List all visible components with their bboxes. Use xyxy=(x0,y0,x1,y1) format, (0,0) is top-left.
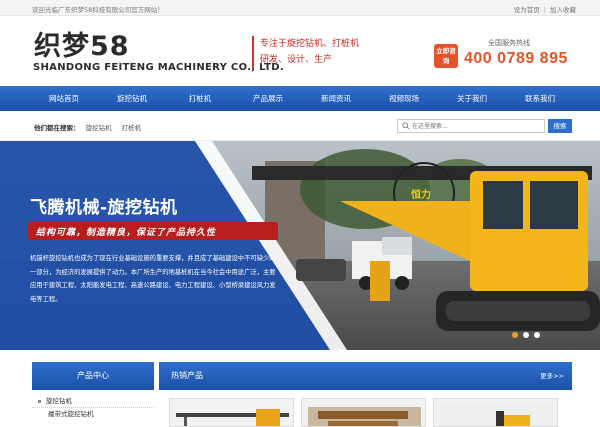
slogan-line-2: 研发、设计、生产 xyxy=(260,55,333,65)
consult-now-badge[interactable]: 立即咨询 xyxy=(434,44,458,68)
search-box xyxy=(397,119,545,133)
machine-brand-mark: 恒力 xyxy=(411,190,431,201)
hot-products-grid xyxy=(159,398,572,427)
slider-dot[interactable] xyxy=(523,332,529,338)
product-image xyxy=(440,405,553,426)
banner-artwork xyxy=(0,141,600,350)
slider-dot[interactable] xyxy=(512,332,518,338)
more-link[interactable]: 更多>> xyxy=(540,362,564,390)
category-item[interactable]: 旋挖钻机 xyxy=(32,395,154,408)
nav-item-rotary-drill[interactable]: 旋挖钻机 xyxy=(98,86,166,111)
subcategory-item[interactable]: 履带式旋挖钻机 xyxy=(32,408,154,421)
hotline-label: 全国服务热线 xyxy=(488,39,530,47)
hot-keyword[interactable]: 旋挖钻机 xyxy=(86,124,112,132)
banner-tagline: 结构可靠，制造精良，保证了产品持久性 xyxy=(36,228,217,238)
search-button[interactable]: 搜索 xyxy=(548,119,572,133)
hotline: 立即咨询 全国服务热线 400 0789 895 xyxy=(434,38,574,74)
banner-tagline-bar: 结构可靠，制造精良，保证了产品持久性 xyxy=(28,222,278,240)
main-nav: 网站首页 旋挖钻机 打桩机 产品展示 新闻资讯 视频现场 关于我们 联系我们 xyxy=(0,86,600,111)
hero-banner[interactable]: 恒力 飞腾机械-旋挖钻机 结构可靠，制造精良，保证了产品持久性 机锚杆旋挖钻机也… xyxy=(0,141,600,350)
top-bar: 欢迎光临广东织梦58科技有限公司官方网站！ 设为首页 | 加入收藏 xyxy=(0,0,600,16)
hot-keyword[interactable]: 打桩机 xyxy=(122,124,142,132)
nav-item-contact[interactable]: 联系我们 xyxy=(506,86,574,111)
hot-search: 他们都在搜索： 旋挖钻机 打桩机 xyxy=(34,122,149,132)
hot-search-label: 他们都在搜索： xyxy=(34,124,80,132)
divider: | xyxy=(543,6,546,14)
site-header: 织梦58 SHANDONG FEITENG MACHINERY CO., LTD… xyxy=(0,16,600,86)
product-card[interactable] xyxy=(433,398,558,427)
nav-item-videos[interactable]: 视频现场 xyxy=(370,86,438,111)
nav-item-home[interactable]: 网站首页 xyxy=(30,86,98,111)
product-card[interactable] xyxy=(301,398,426,427)
nav-item-about[interactable]: 关于我们 xyxy=(438,86,506,111)
search-input[interactable] xyxy=(412,121,540,132)
slogan-line-1: 专注于旋挖钻机、打桩机 xyxy=(260,39,360,49)
search-icon xyxy=(402,122,410,130)
product-card[interactable] xyxy=(169,398,294,427)
nav-item-pile-driver[interactable]: 打桩机 xyxy=(166,86,234,111)
top-links: 设为首页 | 加入收藏 xyxy=(514,4,576,14)
search-row: 他们都在搜索： 旋挖钻机 打桩机 搜索 xyxy=(0,111,600,141)
product-image xyxy=(308,407,421,426)
product-center-heading[interactable]: 产品中心 xyxy=(32,362,154,390)
hotline-number: 400 0789 895 xyxy=(464,50,568,67)
banner-title: 飞腾机械-旋挖钻机 xyxy=(30,198,178,218)
hot-products-header: 热销产品 更多>> xyxy=(159,362,572,390)
slider-dots xyxy=(512,332,545,338)
nav-item-products[interactable]: 产品展示 xyxy=(234,86,302,111)
product-image xyxy=(176,409,289,426)
company-english-name: SHANDONG FEITENG MACHINERY CO., LTD. xyxy=(33,62,284,73)
nav-item-news[interactable]: 新闻资讯 xyxy=(302,86,370,111)
welcome-text: 欢迎光临广东织梦58科技有限公司官方网站！ xyxy=(32,6,164,14)
add-favorite-link[interactable]: 加入收藏 xyxy=(550,4,576,14)
logo[interactable]: 织梦58 xyxy=(34,24,130,63)
banner-description: 机锚杆旋挖钻机也成为了现在行业基础设施的重要支撑，并且成了基础建设中不可缺少的一… xyxy=(30,255,276,303)
set-homepage-link[interactable]: 设为首页 xyxy=(514,4,540,14)
product-category-list: 旋挖钻机 履带式旋挖钻机 xyxy=(32,395,154,421)
hot-products-title: 热销产品 xyxy=(171,371,203,380)
slider-dot[interactable] xyxy=(534,332,540,338)
slogan: 专注于旋挖钻机、打桩机 研发、设计、生产 xyxy=(252,36,382,68)
